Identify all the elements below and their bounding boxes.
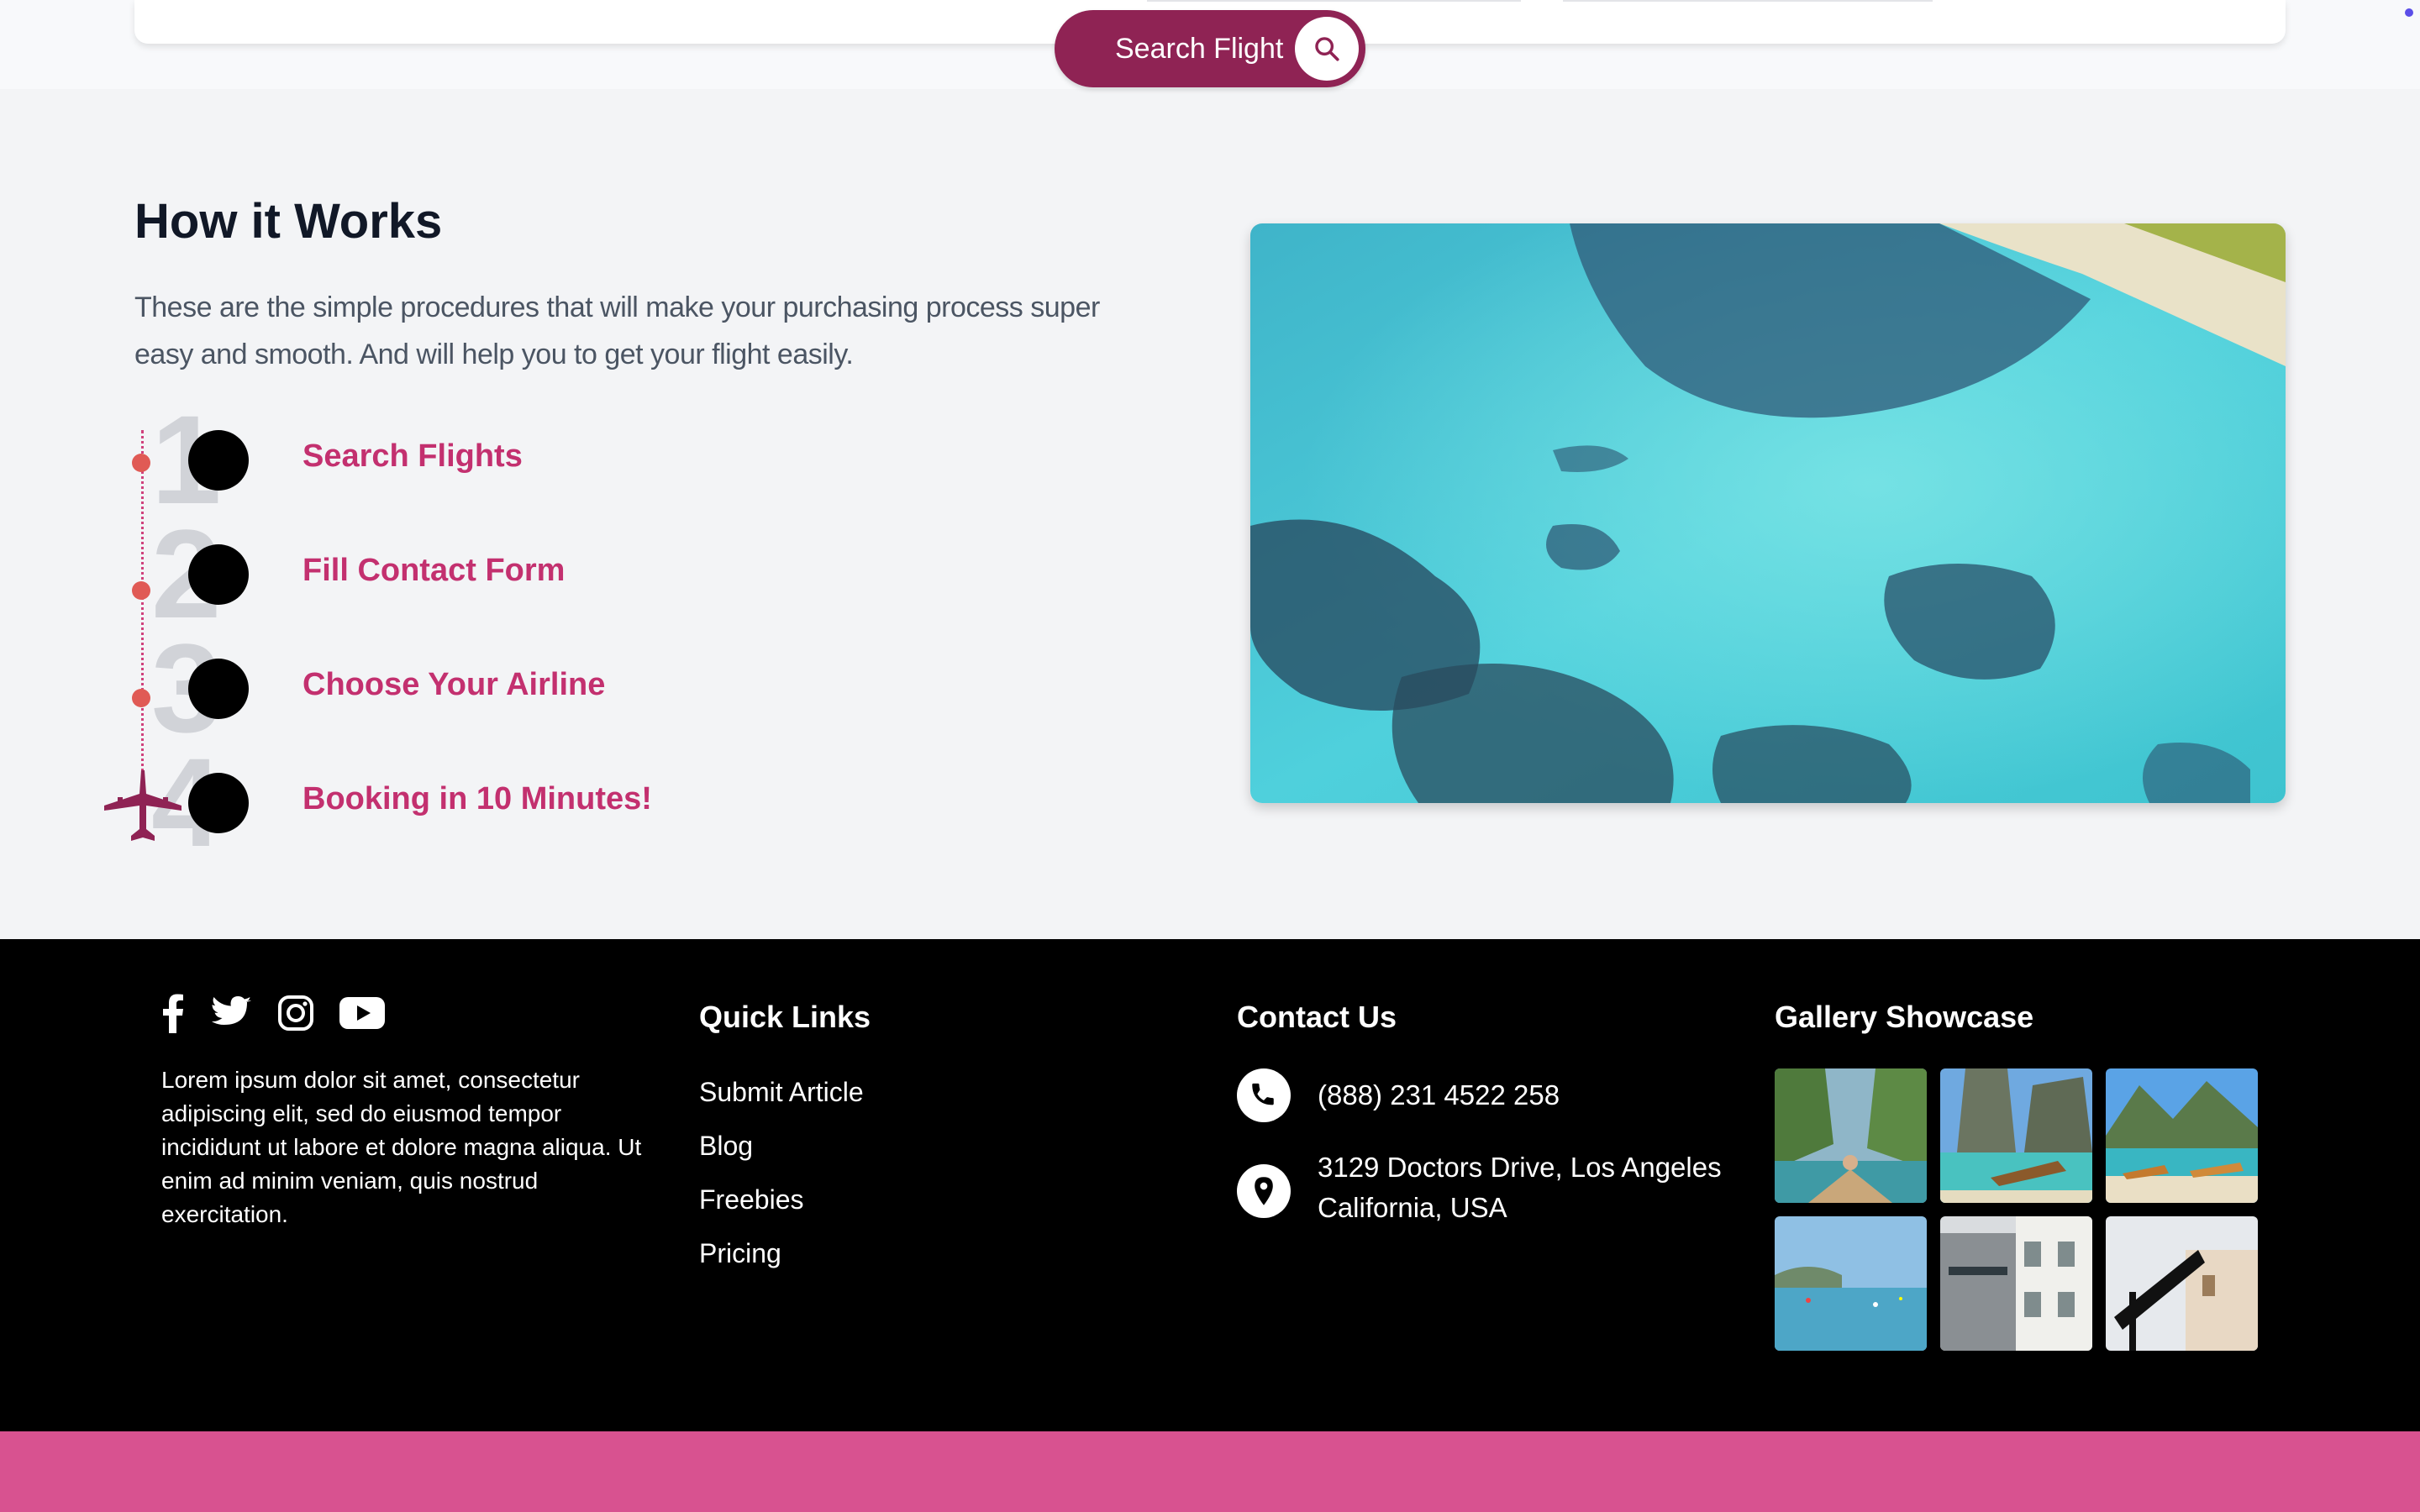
how-it-works-description: These are the simple procedures that wil… [134, 291, 1100, 370]
search-flight-label: Search Flight [1115, 32, 1284, 65]
gallery-showcase-title: Gallery Showcase [1775, 1000, 2034, 1034]
search-flight-button[interactable]: Search Flight [1055, 10, 1365, 87]
social-links [160, 993, 385, 1033]
aerial-beach-photo [1250, 223, 2286, 803]
instagram-icon[interactable] [277, 995, 314, 1032]
step-marker [188, 430, 249, 491]
footer: Lorem ipsum dolor sit amet, consectetur … [0, 939, 2420, 1431]
contact-address-text: 3129 Doctors Drive, Los Angeles Californ… [1318, 1147, 1788, 1228]
field-divider [1563, 0, 1933, 2]
step-label: Choose Your Airline [302, 667, 606, 702]
phone-icon [1237, 1068, 1291, 1122]
quick-link-pricing[interactable]: Pricing [699, 1226, 864, 1280]
timeline-dot [132, 689, 150, 707]
address-line-1: 3129 Doctors Drive, Los Angeles [1318, 1152, 1722, 1183]
step-marker [188, 659, 249, 719]
facebook-icon[interactable] [160, 993, 187, 1033]
step-marker [188, 544, 249, 605]
footer-about-text: Lorem ipsum dolor sit amet, consectetur … [161, 1067, 642, 1227]
status-dot [2405, 8, 2413, 17]
step-3: 3 Choose Your Airline [151, 625, 1076, 751]
gallery-image-4[interactable] [1775, 1216, 1927, 1351]
timeline-dot [132, 454, 150, 472]
quick-link-blog[interactable]: Blog [699, 1119, 864, 1173]
quick-links-title: Quick Links [699, 1000, 871, 1034]
contact-us-title: Contact Us [1237, 1000, 1397, 1034]
gallery-grid [1775, 1068, 2258, 1351]
step-4: 4 Booking in 10 Minutes! [151, 739, 1076, 865]
youtube-icon[interactable] [339, 997, 385, 1029]
airplane-icon [104, 770, 182, 841]
location-pin-icon [1237, 1164, 1291, 1218]
timeline-line [141, 430, 144, 783]
quick-links-list: Submit Article Blog Freebies Pricing [699, 1065, 864, 1280]
search-section: Search Flight [0, 0, 2420, 89]
gallery-image-5[interactable] [1940, 1216, 2092, 1351]
step-marker [188, 773, 249, 833]
quick-link-freebies[interactable]: Freebies [699, 1173, 864, 1226]
gallery-image-3[interactable] [2106, 1068, 2258, 1203]
contact-phone-text: (888) 231 4522 258 [1318, 1079, 1560, 1110]
bottom-bar [0, 1431, 2420, 1512]
search-icon [1295, 17, 1359, 81]
contact-address: 3129 Doctors Drive, Los Angeles Californ… [1237, 1147, 1788, 1228]
address-line-2: California, USA [1318, 1192, 1507, 1223]
gallery-image-6[interactable] [2106, 1216, 2258, 1351]
contact-phone: (888) 231 4522 258 [1237, 1068, 1788, 1122]
step-1: 1 Search Flights [151, 396, 1076, 522]
twitter-icon[interactable] [212, 996, 252, 1030]
field-divider [1147, 0, 1521, 2]
gallery-image-2[interactable] [1940, 1068, 2092, 1203]
step-label: Fill Contact Form [302, 553, 566, 588]
gallery-image-1[interactable] [1775, 1068, 1927, 1203]
step-2: 2 Fill Contact Form [151, 511, 1076, 637]
timeline-dot [132, 581, 150, 600]
quick-link-submit-article[interactable]: Submit Article [699, 1065, 864, 1119]
step-label: Booking in 10 Minutes! [302, 781, 652, 816]
step-label: Search Flights [302, 438, 523, 474]
how-it-works-title: How it Works [134, 194, 443, 249]
